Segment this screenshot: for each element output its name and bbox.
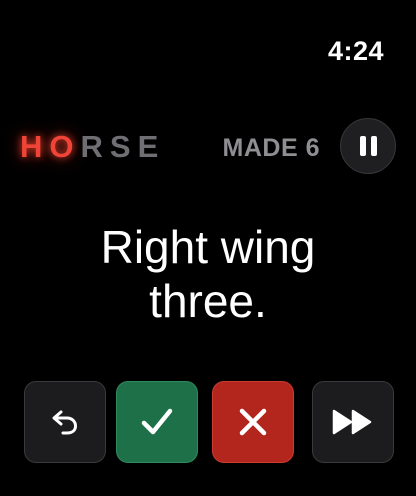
skip-button[interactable] <box>312 381 394 463</box>
horse-letter-h: H <box>20 129 50 164</box>
horse-letters: HORSE <box>20 128 165 166</box>
undo-arrow-icon <box>52 410 77 435</box>
status-time: 4:24 <box>327 36 384 66</box>
fast-forward-icon <box>332 409 372 435</box>
horse-letter-r: R <box>80 129 110 164</box>
shot-prompt-line-1: Right wing <box>100 221 316 273</box>
score-row: HORSE MADE 6 <box>20 118 396 176</box>
checkmark-icon <box>141 408 173 435</box>
pause-icon-bar <box>370 136 377 156</box>
horse-letter-s: S <box>109 129 138 164</box>
made-shot-button[interactable] <box>116 381 198 463</box>
x-mark-icon <box>239 408 267 436</box>
shot-prompt-line-2: three. <box>149 275 267 327</box>
undo-button[interactable] <box>24 381 106 463</box>
made-count: MADE 6 <box>222 134 320 162</box>
shot-prompt: Right wing three. <box>0 220 416 328</box>
pause-icon <box>359 136 366 156</box>
horse-letter-e: E <box>137 129 166 164</box>
horse-letter-o: O <box>49 129 81 164</box>
pause-button[interactable] <box>340 118 396 174</box>
missed-shot-button[interactable] <box>212 381 294 463</box>
control-bar <box>24 381 394 463</box>
